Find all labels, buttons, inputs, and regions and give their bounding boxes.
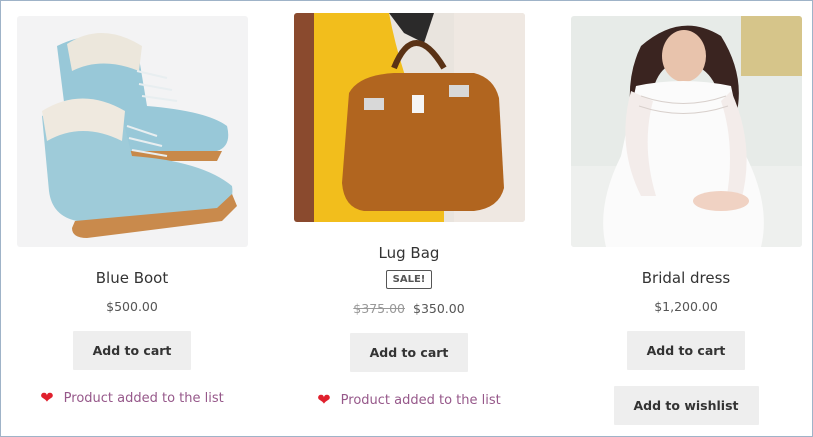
original-price: $375.00 xyxy=(353,301,405,316)
sale-badge: SALE! xyxy=(385,270,433,289)
product-card-lug-bag: Lug Bag SALE! $375.00 $350.00 Add to cart… xyxy=(293,13,525,409)
heart-icon: ❤ xyxy=(317,390,331,409)
product-price: $1,200.00 xyxy=(654,299,718,314)
add-to-wishlist-button[interactable]: Add to wishlist xyxy=(613,386,759,425)
boots-photo xyxy=(16,16,248,247)
product-price: $500.00 xyxy=(106,299,158,314)
wishlist-added-notice: ❤ Product added to the list xyxy=(16,388,248,407)
handbag-photo xyxy=(293,13,525,222)
wishlist-added-notice: ❤ Product added to the list xyxy=(293,390,525,409)
add-to-cart-button[interactable]: Add to cart xyxy=(72,331,192,370)
product-title[interactable]: Blue Boot xyxy=(16,269,248,287)
product-price: $375.00 $350.00 xyxy=(293,301,525,316)
product-image-blue-boot[interactable] xyxy=(16,16,248,247)
product-grid: Blue Boot $500.00 Add to cart ❤ Product a… xyxy=(0,0,813,437)
heart-icon: ❤ xyxy=(40,388,54,407)
product-card-blue-boot: Blue Boot $500.00 Add to cart ❤ Product a… xyxy=(16,16,248,407)
product-title[interactable]: Bridal dress xyxy=(570,269,802,287)
wishlist-added-link[interactable]: Product added to the list xyxy=(341,393,501,408)
product-image-lug-bag[interactable] xyxy=(293,13,525,222)
wishlist-added-link[interactable]: Product added to the list xyxy=(64,391,224,406)
product-image-bridal-dress[interactable] xyxy=(570,16,802,247)
product-card-bridal-dress: Bridal dress $1,200.00 Add to cart Add t… xyxy=(570,16,802,425)
product-title[interactable]: Lug Bag xyxy=(293,244,525,262)
sale-price: $350.00 xyxy=(413,301,465,316)
bridal-dress-photo xyxy=(570,16,802,247)
add-to-cart-button[interactable]: Add to cart xyxy=(349,333,469,372)
add-to-cart-button[interactable]: Add to cart xyxy=(626,331,746,370)
